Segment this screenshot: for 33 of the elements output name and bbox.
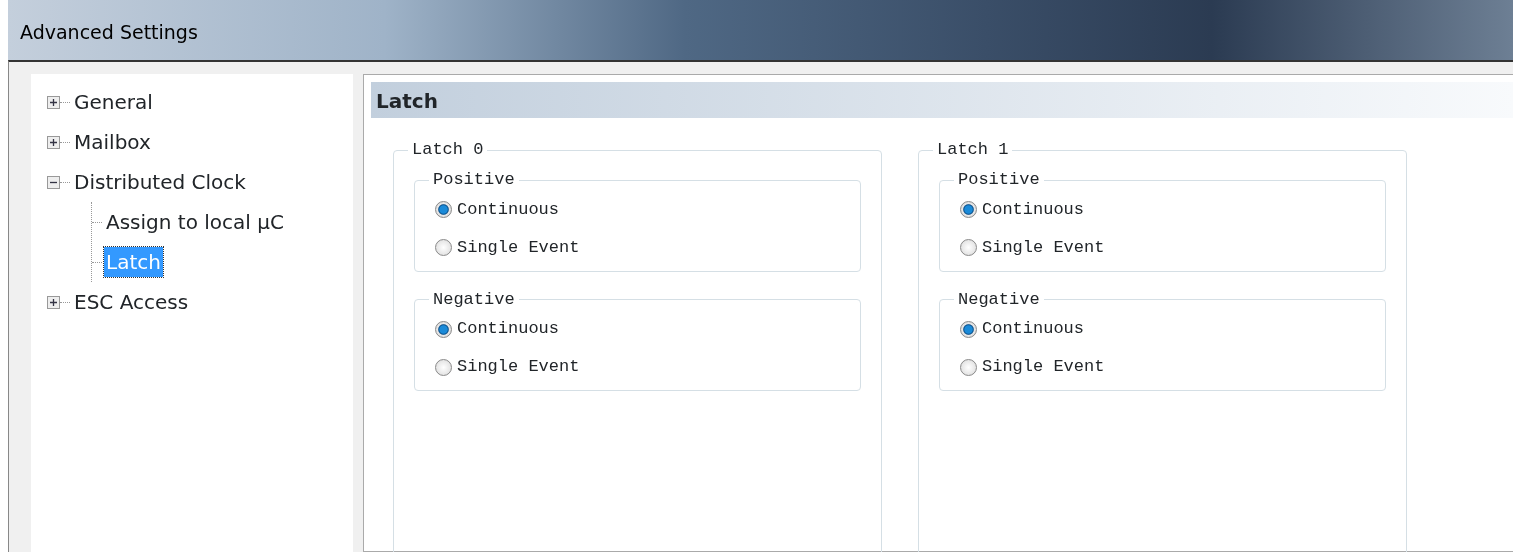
window-title: Advanced Settings	[20, 21, 198, 43]
radio-option[interactable]: Single Event	[435, 348, 840, 387]
plus-box-icon[interactable]	[47, 295, 60, 309]
group-title: Positive	[957, 170, 1041, 191]
radio-icon[interactable]	[960, 358, 977, 376]
radio-icon[interactable]	[960, 201, 977, 219]
plus-box-icon[interactable]	[47, 135, 60, 149]
radio-option[interactable]: Single Event	[960, 348, 1365, 387]
minus-box-icon[interactable]	[47, 175, 60, 189]
group-title: Negative	[957, 289, 1041, 311]
radio-icon[interactable]	[435, 320, 452, 338]
plus-box-icon[interactable]	[47, 95, 60, 109]
radio-icon[interactable]	[435, 239, 452, 257]
radio-option[interactable]: Continuous	[435, 310, 840, 349]
group-title: Latch 0	[411, 140, 485, 161]
radio-option[interactable]: Single Event	[435, 228, 840, 267]
radio-icon[interactable]	[435, 201, 452, 219]
radio-icon[interactable]	[960, 239, 977, 257]
radio-option[interactable]: Continuous	[435, 190, 840, 229]
group-title: Latch 1	[936, 140, 1010, 161]
radio-icon[interactable]	[435, 358, 452, 376]
tree-item[interactable]: Distributed Clock	[72, 167, 248, 197]
group-title: Negative	[432, 289, 516, 311]
tree-item[interactable]: ESC Access	[72, 287, 191, 317]
radio-option[interactable]: Continuous	[960, 190, 1365, 229]
tree-item[interactable]: Mailbox	[72, 127, 153, 157]
tree-item[interactable]: General	[72, 87, 155, 117]
tree-item[interactable]: Assign to local µC	[104, 207, 286, 237]
panel-header: Latch	[371, 82, 1513, 118]
radio-option[interactable]: Continuous	[960, 310, 1365, 349]
radio-option[interactable]: Single Event	[960, 228, 1365, 267]
radio-icon[interactable]	[960, 320, 977, 338]
group-title: Positive	[432, 170, 516, 191]
